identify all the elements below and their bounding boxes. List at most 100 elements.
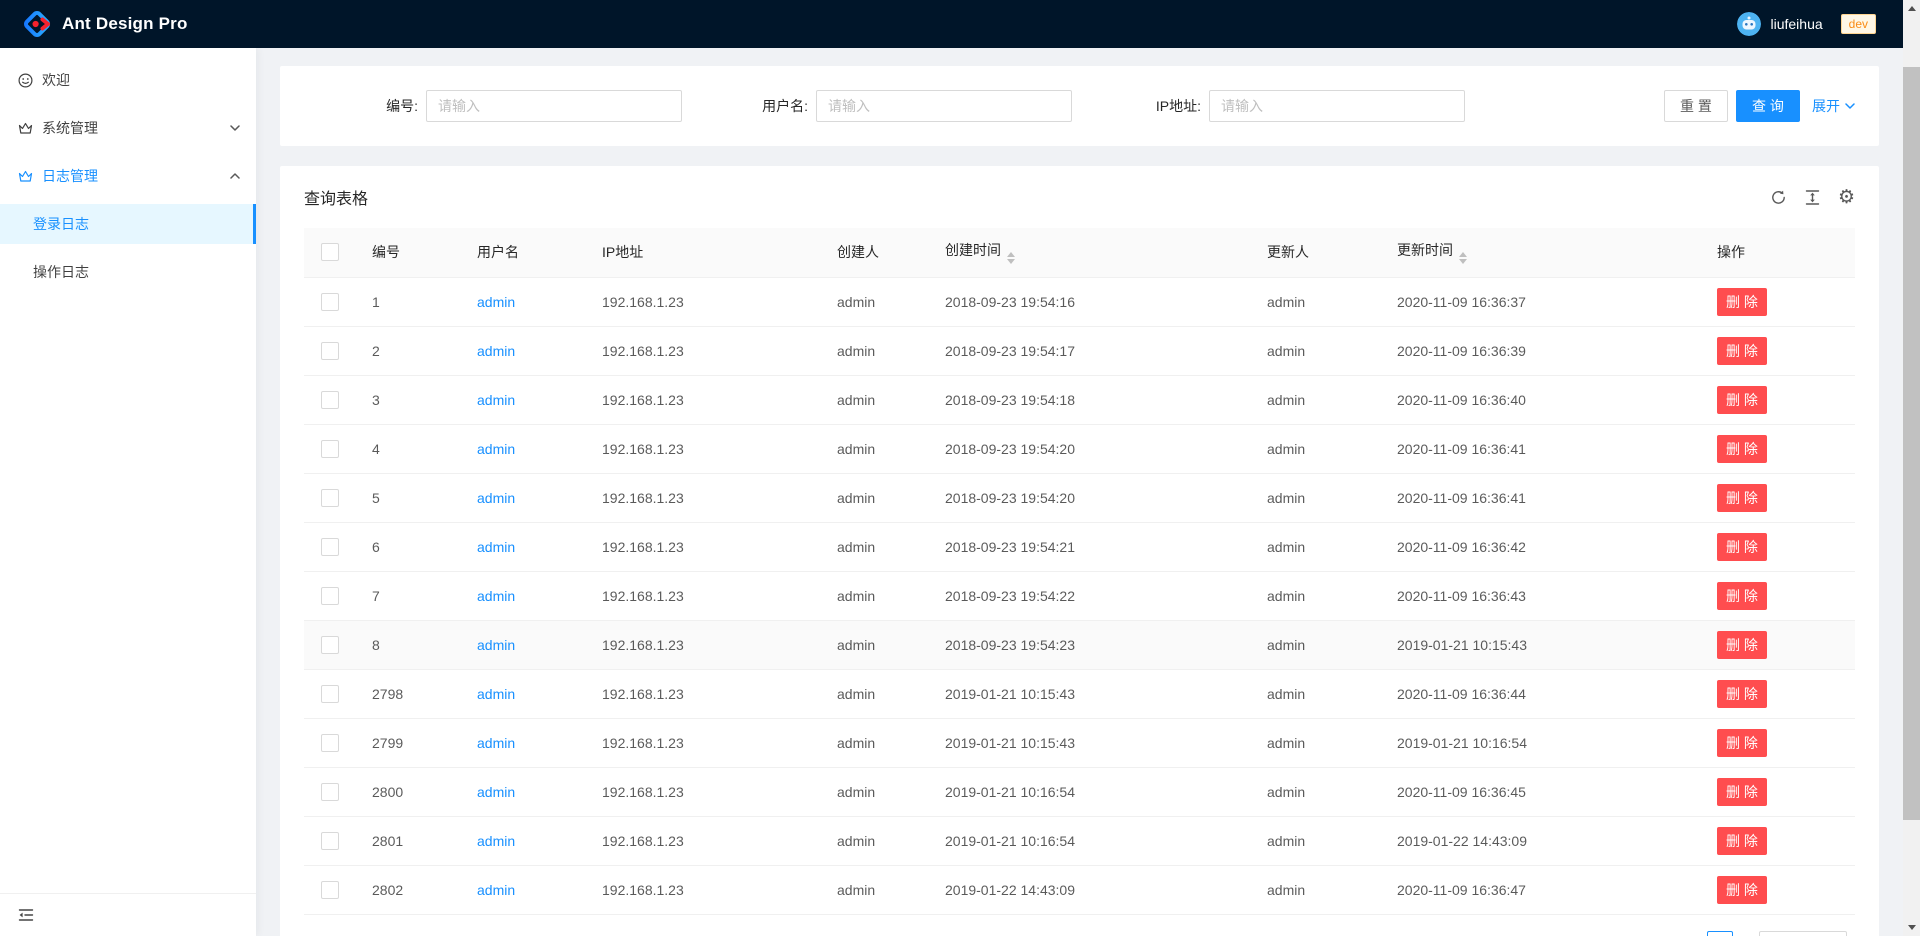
delete-button[interactable]: 删 除 xyxy=(1717,337,1767,365)
cell-id: 4 xyxy=(356,424,461,473)
row-checkbox[interactable] xyxy=(321,881,339,899)
cell-creator: admin xyxy=(821,277,929,326)
cell-create-time: 2018-09-23 19:54:18 xyxy=(929,375,1251,424)
app-title: Ant Design Pro xyxy=(62,14,188,34)
reset-button[interactable]: 重 置 xyxy=(1664,90,1728,122)
username-link[interactable]: admin xyxy=(477,343,515,359)
query-button[interactable]: 查 询 xyxy=(1736,90,1800,122)
ip-input[interactable] xyxy=(1209,90,1465,122)
row-checkbox[interactable] xyxy=(321,636,339,654)
scroll-down-arrow-icon[interactable] xyxy=(1903,919,1920,936)
row-checkbox[interactable] xyxy=(321,832,339,850)
expand-toggle[interactable]: 展开 xyxy=(1812,96,1855,116)
delete-button[interactable]: 删 除 xyxy=(1717,533,1767,561)
username-text[interactable]: liufeihua xyxy=(1770,16,1822,32)
table-body: 1 admin 192.168.1.23 admin 2018-09-23 19… xyxy=(304,277,1855,914)
row-checkbox[interactable] xyxy=(321,783,339,801)
top-header: Ant Design Pro liufeihua dev xyxy=(0,0,1920,48)
delete-button[interactable]: 删 除 xyxy=(1717,386,1767,414)
row-checkbox[interactable] xyxy=(321,440,339,458)
cell-creator: admin xyxy=(821,375,929,424)
app-logo[interactable]: Ant Design Pro xyxy=(22,9,188,39)
username-link[interactable]: admin xyxy=(477,490,515,506)
row-checkbox[interactable] xyxy=(321,587,339,605)
menu-fold-icon xyxy=(18,907,34,923)
delete-button[interactable]: 删 除 xyxy=(1717,876,1767,904)
row-checkbox[interactable] xyxy=(321,538,339,556)
delete-button[interactable]: 删 除 xyxy=(1717,435,1767,463)
reload-icon[interactable] xyxy=(1770,189,1787,206)
delete-button[interactable]: 删 除 xyxy=(1717,729,1767,757)
cell-id: 1 xyxy=(356,277,461,326)
scroll-up-arrow-icon[interactable] xyxy=(1903,0,1920,17)
username-link[interactable]: admin xyxy=(477,833,515,849)
sidebar-item-login-log[interactable]: 登录日志 xyxy=(0,204,256,244)
delete-button[interactable]: 删 除 xyxy=(1717,484,1767,512)
username-link[interactable]: admin xyxy=(477,539,515,555)
cell-updater: admin xyxy=(1251,718,1381,767)
delete-button[interactable]: 删 除 xyxy=(1717,631,1767,659)
user-avatar[interactable] xyxy=(1737,12,1761,36)
scrollbar-thumb[interactable] xyxy=(1903,67,1920,820)
vertical-scrollbar[interactable] xyxy=(1903,0,1920,936)
username-link[interactable]: admin xyxy=(477,637,515,653)
main-content: 编号: 用户名: IP地址: 重 置 查 询 展开 xyxy=(256,48,1903,936)
cell-create-time: 2019-01-21 10:15:43 xyxy=(929,718,1251,767)
column-header-action: 操作 xyxy=(1701,228,1855,277)
page-size-select[interactable] xyxy=(1759,931,1847,936)
cell-ip: 192.168.1.23 xyxy=(586,669,821,718)
username-link[interactable]: admin xyxy=(477,588,515,604)
select-all-checkbox[interactable] xyxy=(321,243,339,261)
username-link[interactable]: admin xyxy=(477,784,515,800)
row-checkbox[interactable] xyxy=(321,342,339,360)
sidebar-item-label: 欢迎 xyxy=(42,70,70,90)
settings-icon[interactable] xyxy=(1838,188,1855,207)
column-header-update-time[interactable]: 更新时间 xyxy=(1381,228,1701,277)
cell-updater: admin xyxy=(1251,473,1381,522)
row-checkbox[interactable] xyxy=(321,391,339,409)
table-row: 5 admin 192.168.1.23 admin 2018-09-23 19… xyxy=(304,473,1855,522)
row-checkbox[interactable] xyxy=(321,293,339,311)
row-checkbox[interactable] xyxy=(321,489,339,507)
cell-create-time: 2019-01-21 10:16:54 xyxy=(929,816,1251,865)
username-input[interactable] xyxy=(816,90,1072,122)
sidebar-item-operation-log[interactable]: 操作日志 xyxy=(0,252,256,292)
username-link[interactable]: admin xyxy=(477,441,515,457)
sort-caret-icon[interactable] xyxy=(1459,252,1467,264)
sidebar: 欢迎 系统管理 日志管理 xyxy=(0,48,256,936)
sidebar-item-log-management[interactable]: 日志管理 xyxy=(0,156,256,196)
delete-button[interactable]: 删 除 xyxy=(1717,582,1767,610)
cell-ip: 192.168.1.23 xyxy=(586,375,821,424)
sort-caret-icon[interactable] xyxy=(1007,252,1015,264)
field-username-label: 用户名: xyxy=(694,96,816,116)
username-link[interactable]: admin xyxy=(477,392,515,408)
crown-icon xyxy=(18,169,33,184)
delete-button[interactable]: 删 除 xyxy=(1717,288,1767,316)
column-height-icon[interactable] xyxy=(1804,189,1821,206)
sidebar-item-welcome[interactable]: 欢迎 xyxy=(0,60,256,100)
cell-updater: admin xyxy=(1251,571,1381,620)
delete-button[interactable]: 删 除 xyxy=(1717,680,1767,708)
sidebar-item-label: 操作日志 xyxy=(33,262,89,282)
username-link[interactable]: admin xyxy=(477,735,515,751)
column-header-create-time[interactable]: 创建时间 xyxy=(929,228,1251,277)
field-id-label: 编号: xyxy=(304,96,426,116)
search-actions: 重 置 查 询 展开 xyxy=(1664,90,1855,122)
table-row: 8 admin 192.168.1.23 admin 2018-09-23 19… xyxy=(304,620,1855,669)
username-link[interactable]: admin xyxy=(477,294,515,310)
username-link[interactable]: admin xyxy=(477,686,515,702)
pagination: 1 xyxy=(280,931,1847,936)
page-number-button[interactable]: 1 xyxy=(1707,931,1733,936)
row-checkbox[interactable] xyxy=(321,685,339,703)
cell-create-time: 2018-09-23 19:54:20 xyxy=(929,424,1251,473)
delete-button[interactable]: 删 除 xyxy=(1717,778,1767,806)
cell-create-time: 2018-09-23 19:54:21 xyxy=(929,522,1251,571)
sidebar-item-system-management[interactable]: 系统管理 xyxy=(0,108,256,148)
cell-create-time: 2018-09-23 19:54:17 xyxy=(929,326,1251,375)
sidebar-collapse-trigger[interactable] xyxy=(0,893,256,936)
id-input[interactable] xyxy=(426,90,682,122)
cell-updater: admin xyxy=(1251,277,1381,326)
username-link[interactable]: admin xyxy=(477,882,515,898)
delete-button[interactable]: 删 除 xyxy=(1717,827,1767,855)
row-checkbox[interactable] xyxy=(321,734,339,752)
